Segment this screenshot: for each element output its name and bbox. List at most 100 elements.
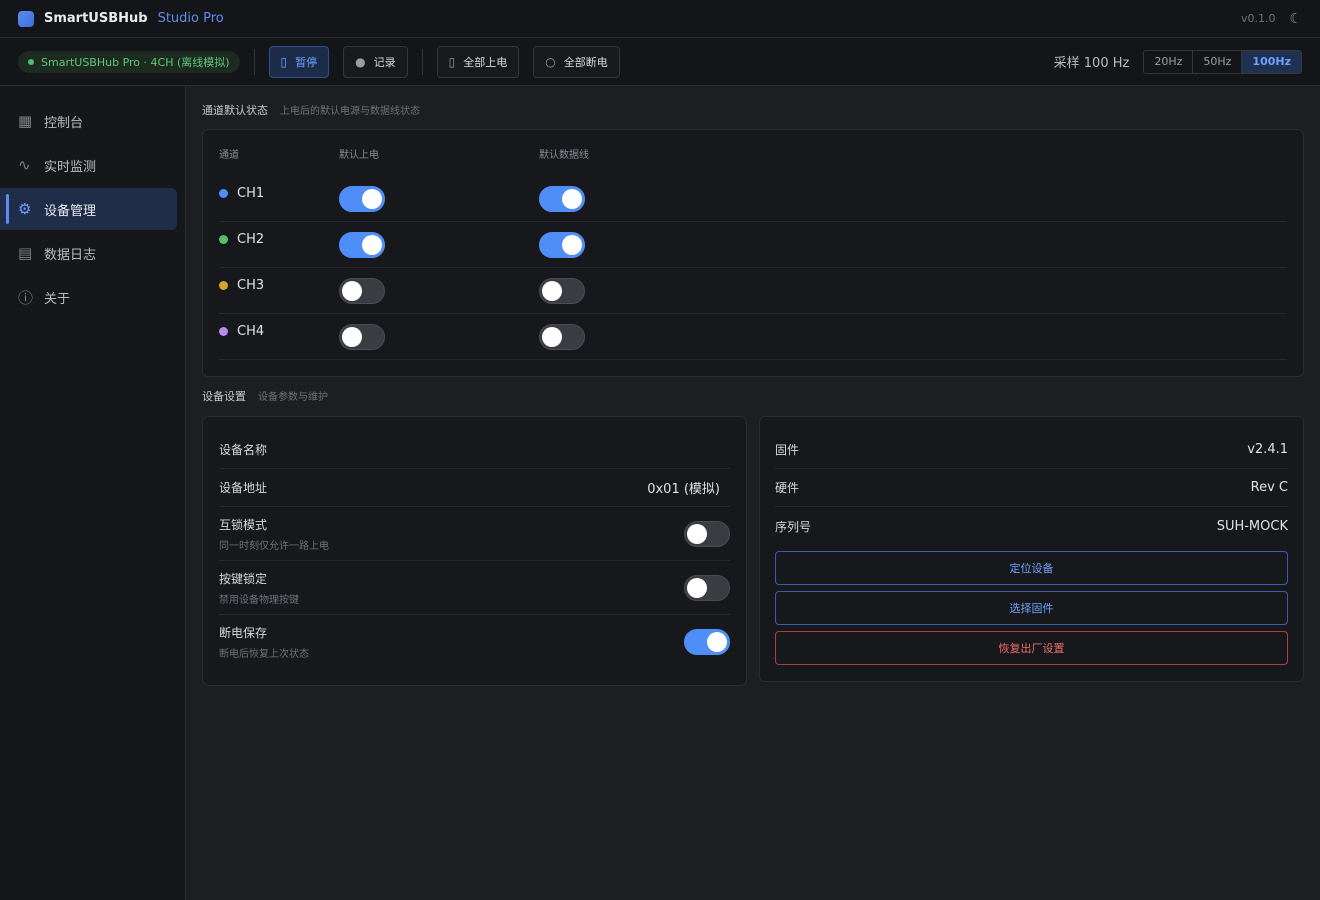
power-all-on-label: 全部上电 [463,55,508,69]
title-bar: SmartUSBHub Studio Pro v0.1.0 ☾ [0,0,1320,38]
select-firmware-button[interactable]: 选择固件 [775,591,1288,625]
hardware-row: 硬件 Rev C [775,469,1288,507]
sidebar-item-label: 控制台 [44,115,84,131]
power-on-icon: ▯ [448,54,456,69]
sidebar-item-label: 实时监测 [44,159,97,175]
record-icon: ● [355,54,366,69]
hardware-value: Rev C [1250,480,1288,495]
main-content: 通道默认状态 上电后的默认电源与数据线状态 通道 默认上电 默认数据线 CH1 C… [186,86,1320,900]
sidebar-item-label: 设备管理 [44,203,97,219]
default-power-toggle[interactable] [339,185,385,212]
pause-label: 暂停 [295,55,318,69]
power-all-off-button[interactable]: ○ 全部断电 [533,45,620,78]
column-header: 默认数据线 [539,149,589,161]
divider [421,48,423,75]
default-data-toggle[interactable] [539,323,585,350]
app-edition: Studio Pro [157,11,224,26]
channel-row: CH3 [219,268,1287,314]
powersave-row: 断电保存 断电后恢复上次状态 [219,615,730,669]
channel-label: CH2 [237,232,265,247]
sidebar-item-label: 关于 [44,291,71,307]
info-icon: ⓘ [18,288,34,307]
default-data-toggle[interactable] [539,231,585,258]
section-title: 设备设置 [202,390,246,403]
toolbar: SmartUSBHub Pro · 4CH (离线模拟) ▯ 暂停 ● 记录 ▯… [0,38,1320,86]
divider [253,48,255,75]
keylock-label: 按键锁定 [219,571,268,586]
locate-device-button[interactable]: 定位设备 [775,551,1288,585]
channel-label: CH1 [237,186,265,201]
factory-reset-button[interactable]: 恢复出厂设置 [775,631,1288,665]
channel-name: CH2 [219,232,339,247]
channel-label: CH4 [237,324,265,339]
interlock-desc: 同一时刻仅允许一路上电 [219,540,329,552]
channel-label: CH3 [237,278,265,293]
power-all-on-button[interactable]: ▯ 全部上电 [436,45,520,78]
firmware-label: 固件 [775,443,800,457]
record-label: 记录 [373,55,396,69]
gear-icon: ⚙ [18,200,32,218]
hardware-label: 硬件 [775,481,800,495]
table-header: 通道 默认上电 默认数据线 [219,130,1287,176]
channel-defaults-card: 通道 默认上电 默认数据线 CH1 CH2 CH3 CH4 [202,129,1304,377]
pause-button[interactable]: ▯ 暂停 [268,45,330,78]
keylock-desc: 禁用设备物理按键 [219,594,299,606]
sidebar: ▦ 控制台 ∿ 实时监测 ⚙ 设备管理 ▤ 数据日志 ⓘ 关于 [0,86,186,900]
channel-name: CH4 [219,324,339,339]
channel-row: CH2 [219,222,1287,268]
firmware-value: v2.4.1 [1247,442,1288,457]
rate-20hz-button[interactable]: 20Hz [1144,50,1194,73]
device-settings-card: 设备名称 设备地址 0x01 (模拟) 互锁模式 同一时刻仅允许一路上电 按键锁… [202,416,747,686]
channel-section-header: 通道默认状态 上电后的默认电源与数据线状态 [202,102,420,120]
device-info-card: 固件 v2.4.1 硬件 Rev C 序列号 SUH-MOCK 定位设备 选择固… [759,416,1304,682]
keylock-toggle[interactable] [684,574,730,601]
sidebar-item-log[interactable]: ▤ 数据日志 [0,232,177,274]
default-power-toggle[interactable] [339,323,385,350]
column-header: 通道 [219,149,239,161]
app-logo [18,10,34,27]
record-button[interactable]: ● 记录 [343,45,408,78]
default-power-toggle[interactable] [339,231,385,258]
channel-name: CH3 [219,278,339,293]
settings-section-header: 设备设置 设备参数与维护 [202,388,328,406]
moon-icon[interactable]: ☾ [1289,11,1302,27]
default-power-toggle[interactable] [339,277,385,304]
power-off-icon: ○ [545,54,556,69]
default-data-toggle[interactable] [539,185,585,212]
powersave-desc: 断电后恢复上次状态 [219,649,309,660]
firmware-row: 固件 v2.4.1 [775,431,1288,469]
channel-row: CH4 [219,314,1287,360]
app-name: SmartUSBHub [44,11,148,26]
powersave-label: 断电保存 [219,626,268,640]
section-subtitle: 设备参数与维护 [258,392,328,403]
connection-badge: SmartUSBHub Pro · 4CH (离线模拟) [18,50,240,73]
channel-color-dot [219,235,228,244]
sidebar-item-monitor[interactable]: ∿ 实时监测 [0,144,177,186]
section-subtitle: 上电后的默认电源与数据线状态 [280,106,420,117]
column-header: 默认上电 [339,149,379,161]
channel-color-dot [219,327,228,336]
sample-rate-label: 采样 100 Hz [1053,56,1130,71]
section-title: 通道默认状态 [202,104,268,117]
rate-100hz-button[interactable]: 100Hz [1242,50,1301,73]
channel-color-dot [219,189,228,198]
serial-value: SUH-MOCK [1216,518,1288,534]
channel-color-dot [219,281,228,290]
sidebar-item-device[interactable]: ⚙ 设备管理 [0,188,177,230]
channel-name: CH1 [219,186,339,201]
keylock-row: 按键锁定 禁用设备物理按键 [219,561,730,615]
rate-50hz-button[interactable]: 50Hz [1193,50,1243,73]
sidebar-item-label: 数据日志 [44,247,97,263]
wave-icon: ∿ [18,156,31,174]
device-address-value: 0x01 (模拟) [647,482,720,497]
sample-rate-selector: 20Hz 50Hz 100Hz [1143,49,1302,74]
connection-label: SmartUSBHub Pro · 4CH (离线模拟) [41,55,230,69]
channel-row: CH1 [219,176,1287,222]
sidebar-item-about[interactable]: ⓘ 关于 [0,276,177,318]
powersave-toggle[interactable] [684,629,730,655]
grid-icon: ▦ [18,112,33,130]
sidebar-item-console[interactable]: ▦ 控制台 [0,100,177,142]
default-data-toggle[interactable] [539,277,585,304]
interlock-toggle[interactable] [684,520,730,547]
serial-row: 序列号 SUH-MOCK [775,507,1288,545]
